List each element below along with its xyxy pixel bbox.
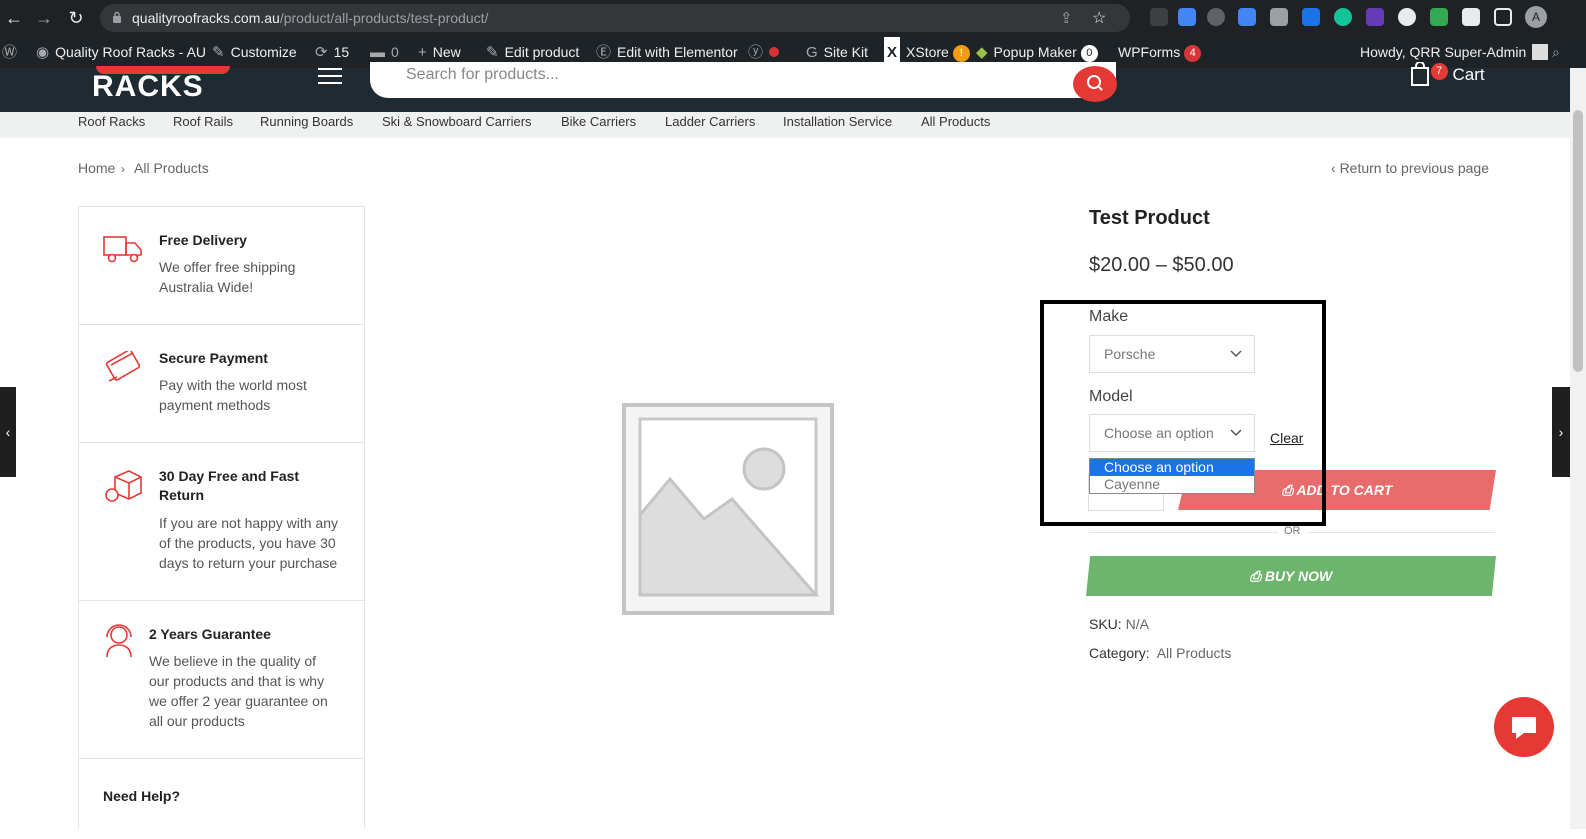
breadcrumb-home[interactable]: Home — [78, 160, 115, 176]
chat-bubble-icon — [1512, 717, 1536, 739]
delivery-truck-icon — [103, 236, 142, 263]
feature-secure-payment: Secure Payment Pay with the world most p… — [79, 325, 364, 443]
chevron-left-icon: ‹ — [5, 424, 11, 440]
browser-toolbar: ← → ↻ qualityroofracks.com.au/product/al… — [0, 0, 1586, 36]
admin-site-name[interactable]: ◉ Quality Roof Racks - AU — [36, 36, 206, 68]
cart-label: Cart — [1452, 65, 1485, 84]
return-box-icon — [105, 470, 142, 502]
feature-30-day-return: 30 Day Free and Fast Return If you are n… — [79, 443, 364, 601]
extension-camera-icon[interactable] — [1270, 8, 1288, 26]
nav-bike-carriers[interactable]: Bike Carriers — [561, 114, 636, 129]
address-bar[interactable]: qualityroofracks.com.au/product/all-prod… — [100, 4, 1130, 32]
extension-moon-icon[interactable] — [1398, 8, 1416, 26]
chevron-right-icon: › — [1558, 424, 1564, 440]
bag-icon: ⎙ — [1281, 482, 1297, 498]
prev-product-arrow[interactable]: ‹ — [0, 387, 16, 477]
admin-updates[interactable]: ⟳ 15 — [315, 36, 349, 68]
category-row: Category: All Products — [1089, 645, 1232, 661]
extension-x-icon[interactable] — [1430, 8, 1448, 26]
nav-installation-service[interactable]: Installation Service — [783, 114, 892, 129]
product-title: Test Product — [1089, 207, 1210, 229]
extension-globe-icon[interactable] — [1207, 8, 1225, 26]
search-icon — [1087, 75, 1103, 91]
nav-all-products[interactable]: All Products — [921, 114, 990, 129]
chevron-down-icon — [1230, 350, 1242, 358]
bookmark-star-icon[interactable]: ☆ — [1092, 8, 1106, 28]
scrollbar-thumb[interactable] — [1573, 110, 1583, 372]
extensions-puzzle-icon[interactable] — [1462, 8, 1480, 26]
support-headset-icon — [106, 624, 132, 658]
brush-icon: ✎ — [212, 44, 225, 61]
nav-roof-racks[interactable]: Roof Racks — [78, 114, 145, 129]
sidepanel-icon[interactable] — [1494, 8, 1512, 26]
make-label: Make — [1089, 308, 1129, 325]
product-price: $20.00 – $50.00 — [1089, 254, 1234, 276]
product-image-placeholder-icon[interactable] — [622, 403, 834, 615]
cart-count-badge: 7 — [1430, 63, 1448, 80]
credit-card-icon — [105, 351, 141, 382]
share-icon[interactable]: ⇪ — [1060, 9, 1073, 27]
model-select[interactable]: Choose an option — [1089, 414, 1255, 452]
admin-customize[interactable]: ✎ Customize — [212, 36, 297, 68]
extension-translate-icon[interactable] — [1238, 8, 1256, 26]
extension-badge-icon[interactable] — [1366, 8, 1384, 26]
features-panel: Free Delivery We offer free shipping Aus… — [78, 206, 365, 829]
model-option[interactable]: Cayenne — [1090, 476, 1254, 493]
extension-docs-icon[interactable] — [1178, 8, 1196, 26]
breadcrumb-current[interactable]: All Products — [134, 160, 209, 176]
site-header: RACKS Search for products... 7 Cart — [0, 61, 1570, 112]
clear-selection-link[interactable]: Clear — [1270, 430, 1303, 446]
lock-icon — [113, 11, 121, 23]
or-text: OR — [1278, 525, 1307, 537]
return-previous-link[interactable]: ‹ Return to previous page — [1331, 160, 1489, 176]
wordpress-logo-icon[interactable]: Ⓦ — [2, 36, 23, 68]
dashboard-icon: ◉ — [36, 44, 50, 61]
feature-2-years-guarantee: 2 Years Guarantee We believe in the qual… — [79, 601, 364, 759]
model-dropdown-list: Choose an option Cayenne — [1089, 458, 1255, 494]
bag-icon: ⎙ — [1249, 568, 1265, 584]
site-logo[interactable]: RACKS — [92, 66, 238, 103]
category-nav: Roof Racks Roof Rails Running Boards Ski… — [0, 112, 1570, 138]
make-select[interactable]: Porsche — [1089, 335, 1255, 373]
extension-grammarly-icon[interactable] — [1334, 8, 1352, 26]
nav-roof-rails[interactable]: Roof Rails — [173, 114, 233, 129]
seo-status-dot — [769, 47, 780, 57]
user-avatar — [1532, 44, 1549, 60]
extension-new-icon[interactable] — [1302, 8, 1320, 26]
shopping-bag-icon — [1411, 61, 1429, 86]
nav-ski-snowboard[interactable]: Ski & Snowboard Carriers — [382, 114, 532, 129]
menu-hamburger-icon[interactable] — [318, 68, 342, 84]
back-icon[interactable]: ← — [2, 6, 26, 30]
next-product-arrow[interactable]: › — [1552, 387, 1570, 477]
chevron-left-icon: ‹ — [1331, 160, 1340, 176]
profile-avatar[interactable]: A — [1525, 6, 1547, 28]
feature-need-help: Need Help? — [103, 788, 181, 804]
model-option[interactable]: Choose an option — [1090, 459, 1254, 476]
category-link[interactable]: All Products — [1157, 645, 1232, 661]
cart-link[interactable]: 7 Cart — [1410, 61, 1485, 92]
search-input[interactable]: Search for products... — [370, 62, 1116, 98]
reload-icon[interactable]: ↻ — [64, 6, 88, 30]
nav-running-boards[interactable]: Running Boards — [260, 114, 353, 129]
admin-wpforms[interactable]: WPForms 4 — [1118, 36, 1202, 68]
search-button[interactable] — [1073, 66, 1117, 102]
buy-now-button[interactable]: ⎙ BUY NOW — [1086, 556, 1496, 596]
model-label: Model — [1089, 388, 1133, 405]
updates-icon: ⟳ — [315, 44, 328, 61]
feature-free-delivery: Free Delivery We offer free shipping Aus… — [79, 207, 364, 325]
sku-row: SKU: N/A — [1089, 616, 1149, 632]
chat-button[interactable] — [1494, 697, 1554, 757]
chevron-down-icon — [1230, 429, 1242, 437]
admin-search-icon[interactable]: ⌕ — [1552, 36, 1560, 68]
url-text: qualityroofracks.com.au/product/all-prod… — [132, 10, 489, 26]
forward-icon[interactable]: → — [32, 6, 56, 30]
breadcrumb-separator: › — [121, 162, 125, 176]
extension-recycle-icon[interactable] — [1150, 8, 1168, 26]
nav-ladder-carriers[interactable]: Ladder Carriers — [665, 114, 755, 129]
